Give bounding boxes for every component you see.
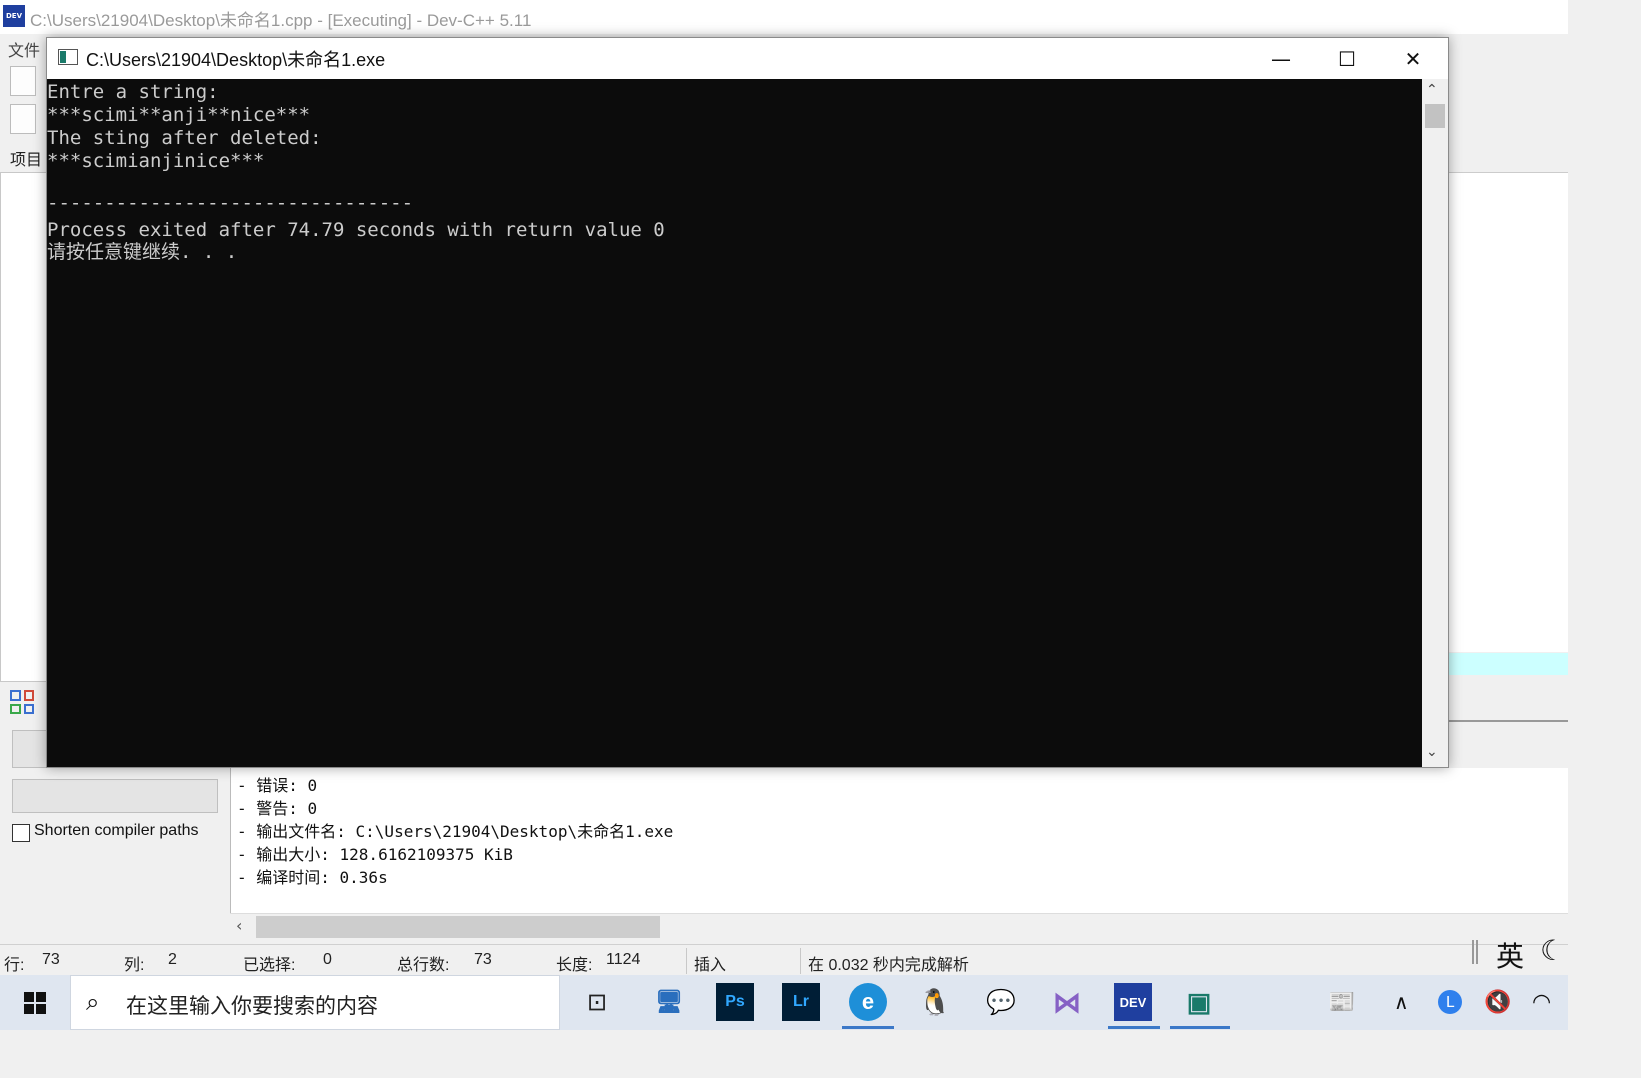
console-line: ***scimi**anji**nice***	[47, 104, 311, 126]
console-separator-line: --------------------------------	[47, 192, 414, 214]
toolbar-new-button[interactable]	[10, 66, 36, 96]
status-selected-label: 已选择:	[243, 957, 296, 974]
compile-log: - 错误: 0 - 警告: 0 - 输出文件名: C:\Users\21904\…	[230, 768, 1568, 913]
active-app-indicator	[1170, 1026, 1230, 1029]
console-vscrollbar[interactable]	[1422, 79, 1448, 767]
devcpp-app-icon: DEV	[3, 5, 25, 27]
shorten-compiler-paths-label: Shorten compiler paths	[34, 822, 199, 839]
qq-icon[interactable]: 🐧	[916, 983, 954, 1021]
maximize-button[interactable]: ☐	[1314, 38, 1380, 79]
minimize-button[interactable]: —	[1248, 38, 1314, 79]
vscroll-thumb[interactable]	[1425, 104, 1445, 128]
wifi-icon[interactable]: ◠	[1532, 990, 1551, 1015]
project-tab-label[interactable]: 项目	[10, 146, 42, 170]
devcpp-window-title: C:\Users\21904\Desktop\未命名1.cpp - [Execu…	[30, 11, 532, 30]
search-icon: ⌕	[86, 988, 100, 1016]
scroll-up-icon[interactable]: ⌃	[1426, 82, 1438, 98]
status-total-lines-label: 总行数:	[397, 957, 450, 974]
console-line: 请按任意键继续. . .	[47, 241, 238, 263]
scroll-left-icon[interactable]: ‹	[236, 916, 242, 935]
edge-icon[interactable]: e	[849, 983, 887, 1021]
wechat-icon[interactable]: 💬	[982, 983, 1020, 1021]
status-parse-message: 在 0.032 秒内完成解析	[808, 957, 969, 974]
speaker-muted-icon[interactable]: 🔇	[1484, 990, 1511, 1015]
compiler-tab-grid-icon[interactable]	[10, 690, 34, 714]
shorten-compiler-paths-checkbox[interactable]	[12, 824, 30, 842]
active-app-indicator	[1108, 1026, 1160, 1029]
status-length-label: 长度:	[556, 957, 593, 974]
scroll-down-icon[interactable]: ⌄	[1426, 744, 1438, 760]
log-line-output-file: - 输出文件名: C:\Users\21904\Desktop\未命名1.exe	[237, 822, 674, 841]
close-button[interactable]: ✕	[1380, 38, 1446, 79]
status-line-value: 73	[42, 951, 60, 968]
console-line: The sting after deleted:	[47, 127, 322, 149]
log-line-warnings: - 警告: 0	[237, 799, 318, 818]
devcpp-taskbar-icon[interactable]: DEV	[1114, 983, 1152, 1021]
project-browser-pane	[0, 172, 48, 682]
log-line-output-size: - 输出大小: 128.6162109375 KiB	[237, 845, 513, 864]
log-line-errors: - 错误: 0	[237, 776, 318, 795]
compiler-option-field[interactable]	[12, 779, 218, 813]
console-line: ***scimianjinice***	[47, 150, 265, 172]
status-separator	[686, 948, 687, 974]
hscroll-thumb[interactable]	[256, 916, 660, 938]
editor-divider	[1448, 720, 1568, 722]
active-app-indicator	[842, 1026, 894, 1029]
taskbar-grip	[1472, 940, 1478, 964]
console-line: Entre a string:	[47, 81, 219, 103]
status-col-label: 列:	[124, 957, 145, 974]
status-col-value: 2	[168, 951, 177, 968]
status-bar	[0, 944, 1568, 976]
status-total-lines-value: 73	[474, 951, 492, 968]
console-line: Process exited after 74.79 seconds with …	[47, 219, 665, 241]
this-pc-icon[interactable]: 🖥	[650, 983, 688, 1021]
start-button[interactable]	[0, 975, 70, 1030]
chevron-up-icon[interactable]: ∧	[1394, 990, 1409, 1014]
lightroom-icon[interactable]: Lr	[782, 983, 820, 1021]
status-line-label: 行:	[4, 957, 25, 974]
log-line-compile-time: - 编译时间: 0.36s	[237, 868, 388, 887]
console-app-icon	[58, 49, 78, 65]
status-separator	[800, 948, 801, 974]
news-icon[interactable]: 📰	[1328, 990, 1355, 1015]
search-placeholder: 在这里输入你要搜索的内容	[126, 994, 378, 1018]
console-window-title: C:\Users\21904\Desktop\未命名1.exe	[86, 50, 386, 70]
windows-logo-icon	[24, 991, 46, 1014]
tray-app-icon[interactable]: L	[1438, 990, 1462, 1014]
console-output-area[interactable]	[47, 79, 1422, 767]
console-taskbar-icon[interactable]: ▣	[1180, 983, 1218, 1021]
menu-file[interactable]: 文件	[8, 37, 40, 61]
toolbar-project-button[interactable]	[10, 104, 36, 134]
photoshop-icon[interactable]: Ps	[716, 983, 754, 1021]
editor-current-line-highlight	[1448, 653, 1568, 675]
ime-language-indicator[interactable]: 英	[1496, 935, 1524, 975]
moon-icon[interactable]: ☾	[1540, 934, 1565, 967]
editor-pane[interactable]	[1448, 172, 1568, 652]
task-view-icon[interactable]: ⊡	[578, 983, 616, 1021]
visual-studio-icon[interactable]: ⋈	[1048, 983, 1086, 1021]
status-selected-value: 0	[323, 951, 332, 968]
status-length-value: 1124	[606, 951, 641, 968]
status-insert-mode: 插入	[694, 957, 727, 974]
